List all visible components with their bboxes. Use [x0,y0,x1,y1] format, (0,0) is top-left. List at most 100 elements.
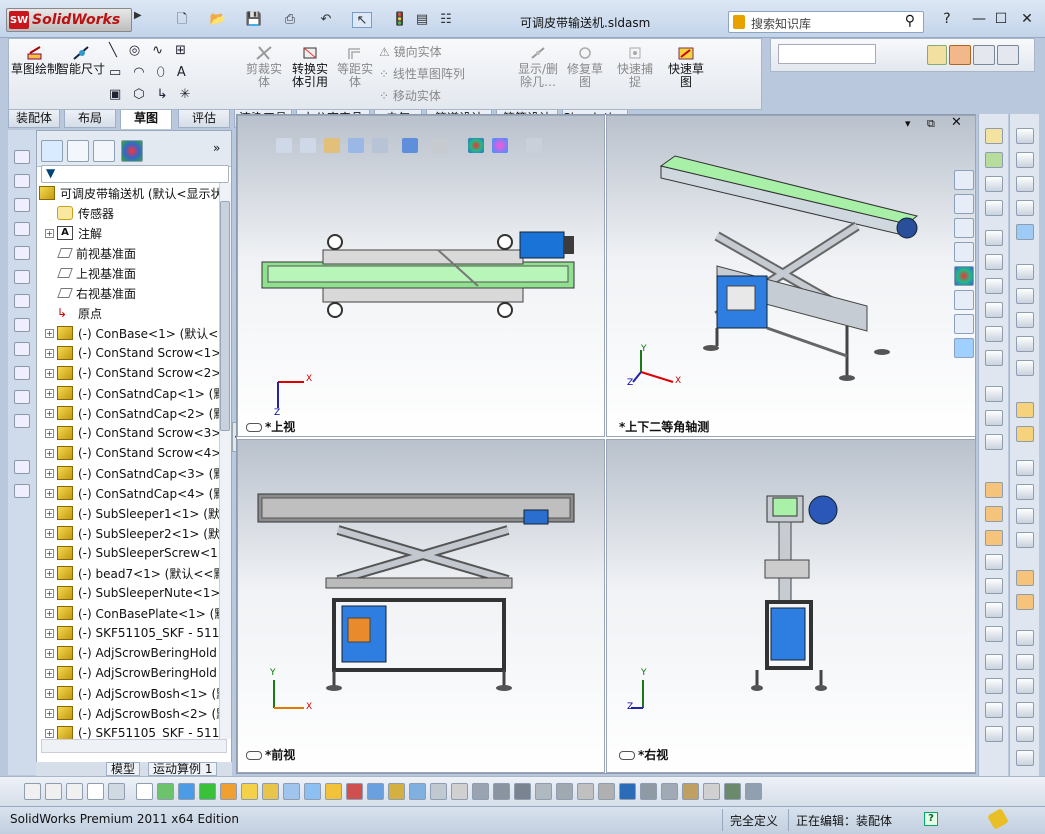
tool-icon[interactable] [1016,176,1034,192]
tool-icon[interactable] [985,128,1003,144]
expand-icon[interactable]: + [45,628,54,638]
tree-item[interactable]: + (-) SubSleeper2<1> (默认 [37,523,219,543]
selection-filter-icon[interactable] [388,783,405,800]
rapid-sketch-button[interactable]: 快速草图 [663,39,709,109]
hide-show-items-icon[interactable] [432,138,448,153]
expand-icon[interactable]: + [45,528,54,538]
point-grid-icon[interactable]: ⊞ [175,43,186,65]
menu-arrow-icon[interactable]: ▶ [134,10,142,21]
tree-item[interactable]: + (-) bead7<1> (默认<<默 [37,563,219,583]
license-key-icon[interactable] [987,808,1009,830]
tool-icon[interactable] [985,654,1003,670]
expand-icon[interactable]: + [45,648,54,658]
viewport-close-icon[interactable]: ✕ [951,115,962,130]
tool-icon[interactable] [1016,402,1034,418]
curve-tool-icon[interactable] [997,45,1019,65]
tree-item[interactable]: + (-) SubSleeperScrew<1> [37,543,219,563]
expand-panel-icon[interactable]: » [213,141,220,155]
expand-icon[interactable]: + [45,608,54,618]
tree-item[interactable]: + (-) AdjScrowBosh<1> (默 [37,683,219,703]
selection-filter-icon[interactable] [199,783,216,800]
tool-icon[interactable] [14,270,30,284]
tool-icon[interactable] [985,530,1003,546]
minimize-button[interactable]: — [968,11,990,29]
tree-item[interactable]: + (-) SKF51105_SKF - 5110 [37,623,219,643]
circle-icon[interactable]: ◎ [129,43,140,65]
tab-model[interactable]: 模型 [106,762,141,776]
tool-icon[interactable] [985,554,1003,570]
expand-icon[interactable]: + [45,488,54,498]
spline-icon[interactable]: ↳ [157,87,168,109]
print-icon[interactable]: ⎙ [280,12,300,28]
previous-view-icon[interactable] [324,138,340,153]
expand-icon[interactable]: + [45,228,54,238]
selection-filter-icon[interactable] [367,783,384,800]
tool-icon[interactable] [985,702,1003,718]
tree-item[interactable]: + (-) ConStand Scrow<1> [37,343,219,363]
new-document-icon[interactable]: 🗋 [172,12,192,28]
selection-filter-icon[interactable] [66,783,83,800]
tool-icon[interactable] [1016,630,1034,646]
tool-icon[interactable] [1016,702,1034,718]
help-icon[interactable]: ? [936,11,958,29]
tool-icon[interactable] [985,434,1003,450]
selection-filter-icon[interactable] [451,783,468,800]
tool-icon[interactable] [985,678,1003,694]
tool-icon[interactable] [985,350,1003,366]
tab-motion-study[interactable]: 运动算例 1 [148,762,218,776]
search-box[interactable]: 搜索知识库 ⚲ [728,11,924,33]
tool-icon[interactable] [14,174,30,188]
arc3-icon[interactable]: ◠ [133,65,144,87]
line-icon[interactable]: ╲ [109,43,117,65]
apply-scene-icon[interactable] [492,138,508,153]
selection-filter-icon[interactable] [325,783,342,800]
tool-icon[interactable] [985,726,1003,742]
viewport-minimize-icon[interactable]: ▾ [905,117,911,130]
tree-item[interactable]: + (-) ConSatndCap<4> (默 [37,483,219,503]
appearances-icon[interactable] [954,266,974,286]
close-button[interactable]: ✕ [1016,11,1038,29]
tool-icon[interactable] [985,302,1003,318]
show-delete-relations-button[interactable]: 显示/删除几… [515,39,561,109]
polygon-icon[interactable]: ⬡ [133,87,144,109]
custom-properties-icon[interactable] [954,290,974,310]
linear-pattern-button[interactable]: ⁘ 线性草图阵列 [379,65,511,87]
tree-item[interactable]: + (-) SubSleeper1<1> (默认 [37,503,219,523]
tool-icon[interactable] [1016,336,1034,352]
expand-icon[interactable]: + [45,588,54,598]
tree-item[interactable]: + A 注解 [37,223,219,243]
slot-icon[interactable]: ▣ [109,87,121,109]
tool-icon[interactable] [1016,288,1034,304]
selection-filter-icon[interactable] [703,783,720,800]
expand-icon[interactable]: + [45,328,54,338]
tool-icon[interactable] [14,222,30,236]
tool-icon[interactable] [14,414,30,428]
tool-icon[interactable] [985,176,1003,192]
tool-icon[interactable] [985,410,1003,426]
expand-icon[interactable]: + [45,728,54,738]
selection-filter-icon[interactable] [640,783,657,800]
selection-filter-icon[interactable] [304,783,321,800]
mirror-entities-button[interactable]: ⚠ 镜向实体 [379,43,511,65]
viewport-isometric[interactable]: Y X Z *上下二等角轴测 [606,115,976,437]
sketch-curve-icon[interactable] [949,45,971,65]
expand-icon[interactable]: + [45,388,54,398]
toolbox-icon[interactable] [954,338,974,358]
smart-dimension-button[interactable]: 智能尺寸 [57,39,105,109]
selection-filter-icon[interactable] [157,783,174,800]
selection-filter-icon[interactable] [409,783,426,800]
expand-icon[interactable]: + [45,348,54,358]
expand-icon[interactable]: + [45,668,54,678]
tool-icon[interactable] [14,294,30,308]
tool-icon[interactable] [985,386,1003,402]
tool-icon[interactable] [985,254,1003,270]
file-explorer-icon[interactable] [954,218,974,238]
viewport-top[interactable]: X Z *上视 [237,115,605,437]
tool-icon[interactable] [14,366,30,380]
tool-icon[interactable] [14,198,30,212]
selection-filter-icon[interactable] [241,783,258,800]
tree-item[interactable]: ↳ 原点 [37,303,219,323]
file-properties-icon[interactable]: ▤ [412,12,432,28]
tool-icon[interactable] [14,342,30,356]
tree-item[interactable]: + (-) ConBasePlate<1> (默 [37,603,219,623]
